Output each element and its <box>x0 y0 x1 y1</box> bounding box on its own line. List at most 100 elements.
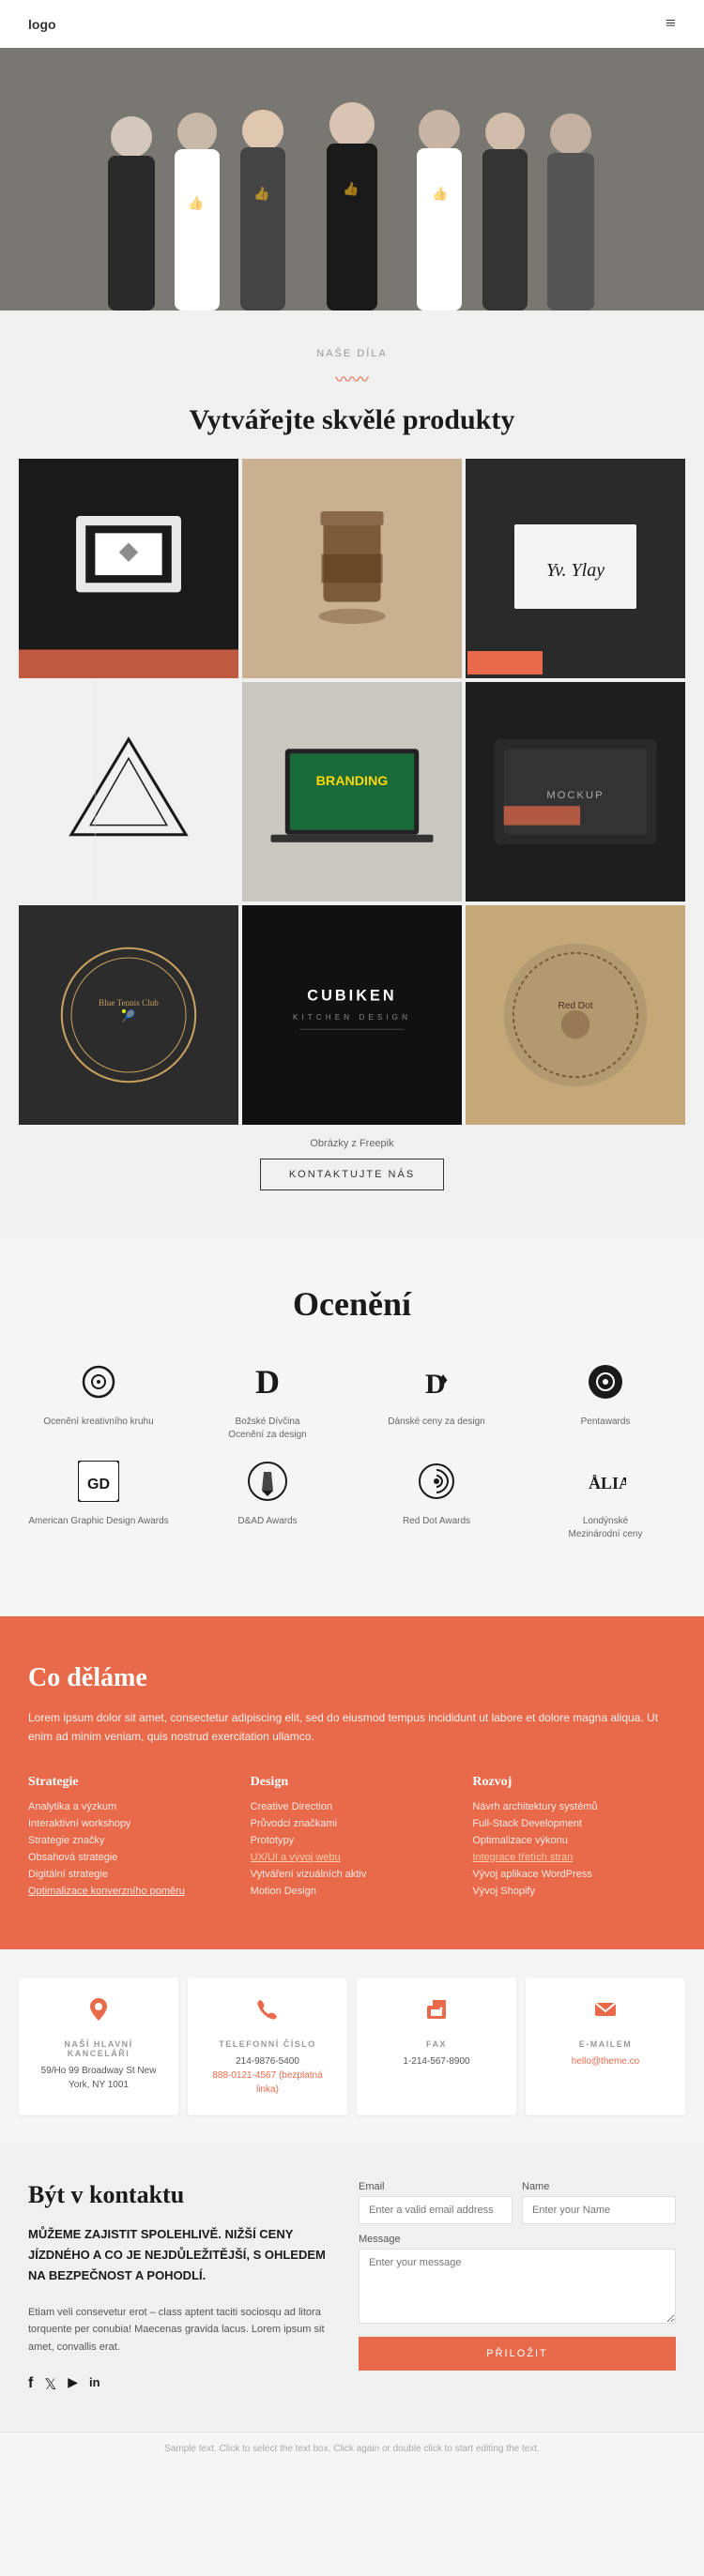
services-item link-style[interactable]: Optimalizace konverzního poměru <box>28 1886 232 1897</box>
email-input[interactable] <box>359 2196 513 2224</box>
services-item[interactable]: Vytváření vizuálních aktiv <box>251 1869 454 1880</box>
services-item[interactable]: Strategie značky <box>28 1835 232 1846</box>
section-wave: 〰〰 <box>0 367 704 391</box>
awards-title: Ocenění <box>19 1284 685 1324</box>
award-label-2: Božské DívčinaOcenění za design <box>228 1416 306 1442</box>
message-input[interactable] <box>359 2249 676 2324</box>
contact-card-office-value: 59/Ho 99 Broadway St New York, NY 1001 <box>32 2064 165 2092</box>
portfolio-item-5[interactable]: BRANDING <box>242 682 462 902</box>
contact-card-fax-title: FAX <box>370 2039 503 2049</box>
freepik-attribution: Obrázky z Freepik <box>0 1138 704 1149</box>
svg-text:ÅLIA: ÅLIA <box>589 1474 626 1493</box>
email-label: Email <box>359 2181 513 2192</box>
svg-text:MOCKUP: MOCKUP <box>546 790 604 801</box>
services-item[interactable]: Vývoj aplikace WordPress <box>472 1869 676 1880</box>
works-section: NAŠE DÍLA 〰〰 Vytvářejte skvělé produkty <box>0 311 704 1237</box>
services-col-development: Rozvoj Návrh architektury systémů Full-S… <box>472 1775 676 1902</box>
services-col-strategy-list: Analytika a výzkum Interaktivní workshop… <box>28 1801 232 1897</box>
form-grid: Být v kontaktu MŮŽEME ZAJISTIT SPOLEHLIV… <box>28 2181 676 2394</box>
name-input[interactable] <box>522 2196 676 2224</box>
phone-icon <box>201 1996 334 2030</box>
svg-text:CUBIKEN: CUBIKEN <box>307 988 396 1005</box>
services-item[interactable]: UX/UI a vývoj webu <box>251 1852 454 1863</box>
svg-text:D: D <box>255 1363 280 1401</box>
works-title: Vytvářejte skvělé produkty <box>0 404 704 436</box>
portfolio-item-1[interactable] <box>19 459 238 678</box>
svg-text:♦: ♦ <box>438 1370 448 1390</box>
services-columns: Strategie Analytika a výzkum Interaktivn… <box>28 1775 676 1902</box>
award-item-4: Pentawards <box>526 1361 685 1442</box>
award-label-4: Pentawards <box>581 1416 631 1429</box>
services-item[interactable]: Optimalizace výkonu <box>472 1835 676 1846</box>
social-icons: f 𝕏 ▶ in <box>28 2375 330 2394</box>
youtube-icon[interactable]: ▶ <box>68 2375 78 2394</box>
services-item[interactable]: Full-Stack Development <box>472 1818 676 1829</box>
services-item[interactable]: Interaktivní workshopy <box>28 1818 232 1829</box>
svg-text:👍: 👍 <box>253 186 269 202</box>
svg-text:Red Dot: Red Dot <box>558 1001 592 1011</box>
services-item[interactable]: Obsahová strategie <box>28 1852 232 1863</box>
email-group: Email <box>359 2181 513 2224</box>
form-left: Být v kontaktu MŮŽEME ZAJISTIT SPOLEHLIV… <box>28 2181 330 2394</box>
services-col-design-list: Creative Direction Průvodci značkami Pro… <box>251 1801 454 1897</box>
contact-button[interactable]: KONTAKTUJTE NÁS <box>260 1159 444 1190</box>
award-item-3: D ♦ Dánské ceny za design <box>357 1361 516 1442</box>
location-icon <box>32 1996 165 2030</box>
svg-text:👍: 👍 <box>343 181 359 197</box>
name-group: Name <box>522 2181 676 2224</box>
award-label-6: D&AD Awards <box>237 1515 297 1528</box>
services-item[interactable]: Integrace třetích stran <box>472 1852 676 1863</box>
award-item-6: D&AD Awards <box>188 1461 347 1541</box>
services-item[interactable]: Motion Design <box>251 1886 454 1897</box>
svg-text:👍: 👍 <box>188 195 204 211</box>
contact-form-section: Být v kontaktu MŮŽEME ZAJISTIT SPOLEHLIV… <box>0 2144 704 2432</box>
awards-grid: Ocenění kreativního kruhu D Božské Dívči… <box>19 1361 685 1541</box>
portfolio-item-7[interactable]: Blue Tennis Club 🎾 <box>19 905 238 1125</box>
hero-section: 👍 👍 👍 👍 <box>0 48 704 311</box>
contact-card-fax: FAX 1-214-567-8900 <box>357 1977 516 2115</box>
award-icon-8: ÅLIA <box>585 1461 626 1508</box>
award-icon-7 <box>416 1461 457 1508</box>
form-description: MŮŽEME ZAJISTIT SPOLEHLIVĚ. NIŽŠÍ CENY J… <box>28 2224 330 2356</box>
linkedin-icon[interactable]: in <box>89 2375 100 2394</box>
submit-button[interactable]: PŘILOŽIT <box>359 2337 676 2371</box>
navigation: logo ≡ <box>0 0 704 48</box>
portfolio-item-9[interactable]: Red Dot <box>466 905 685 1125</box>
logo[interactable]: logo <box>28 17 56 32</box>
portfolio-item-3[interactable]: Yv. Ylay <box>466 459 685 678</box>
message-group: Message <box>359 2234 676 2324</box>
email-icon <box>539 1996 672 2030</box>
form-row-email-name: Email Name <box>359 2181 676 2224</box>
svg-text:KITCHEN DESIGN: KITCHEN DESIGN <box>293 1013 411 1022</box>
award-item-5: GD American Graphic Design Awards <box>19 1461 178 1541</box>
fax-icon <box>370 1996 503 2030</box>
award-icon-6 <box>247 1461 288 1508</box>
services-section: Co děláme Lorem ipsum dolor sit amet, co… <box>0 1616 704 1949</box>
services-col-development-heading: Rozvoj <box>472 1775 676 1790</box>
name-label: Name <box>522 2181 676 2192</box>
services-item[interactable]: Analytika a výzkum <box>28 1801 232 1812</box>
services-item[interactable]: Prototypy <box>251 1835 454 1846</box>
services-item[interactable]: Digitální strategie <box>28 1869 232 1880</box>
menu-icon[interactable]: ≡ <box>666 13 676 35</box>
facebook-icon[interactable]: f <box>28 2375 33 2394</box>
contact-card-phone-title: TELEFONNÍ ČÍSLO <box>201 2039 334 2049</box>
contact-card-email: E-MAILEM hello@theme.co <box>526 1977 685 2115</box>
award-label-5: American Graphic Design Awards <box>28 1515 168 1528</box>
contact-card-fax-value: 1-214-567-8900 <box>370 2054 503 2068</box>
services-item[interactable]: Návrh architektury systémů <box>472 1801 676 1812</box>
section-label: NAŠE DÍLA <box>0 348 704 359</box>
portfolio-item-4[interactable] <box>19 682 238 902</box>
award-item-7: Red Dot Awards <box>357 1461 516 1541</box>
awards-section: Ocenění Ocenění kreativního kruhu D Božs… <box>0 1237 704 1616</box>
portfolio-item-8[interactable]: CUBIKEN KITCHEN DESIGN <box>242 905 462 1125</box>
footer-note: Sample text. Click to select the text bo… <box>0 2432 704 2465</box>
twitter-icon[interactable]: 𝕏 <box>44 2375 56 2394</box>
services-item[interactable]: Vývoj Shopify <box>472 1886 676 1897</box>
services-item[interactable]: Průvodci značkami <box>251 1818 454 1829</box>
message-label: Message <box>359 2234 676 2245</box>
portfolio-item-6[interactable]: MOCKUP <box>466 682 685 902</box>
award-label-1: Ocenění kreativního kruhu <box>43 1416 153 1429</box>
services-item[interactable]: Creative Direction <box>251 1801 454 1812</box>
portfolio-item-2[interactable] <box>242 459 462 678</box>
